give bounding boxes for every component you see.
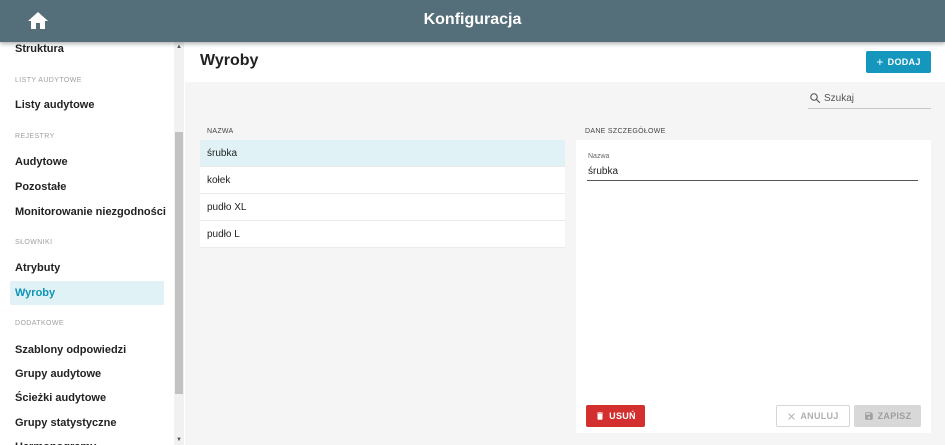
cancel-button-label: ANULUJ — [800, 411, 839, 421]
sidebar-section-header: DODATKOWE — [15, 320, 64, 327]
floppy-icon — [864, 412, 873, 420]
sidebar-section-header: LISTY AUDYTOWE — [15, 77, 82, 84]
detail-section-header: DANE SZCZEGÓŁOWE — [585, 128, 666, 135]
list-item[interactable]: pudło XL — [200, 194, 565, 221]
search-icon — [810, 93, 821, 104]
page-header: Wyroby + DODAJ — [185, 42, 945, 82]
sidebar-section-header: SŁOWNIKI — [15, 239, 53, 246]
top-app-bar: Konfiguracja — [0, 0, 945, 42]
name-field-label: Nazwa — [588, 153, 610, 160]
sidebar-item-harmonogramy[interactable]: Harmonogramy — [10, 435, 164, 445]
scroll-down-arrow-icon[interactable]: ▼ — [174, 435, 184, 445]
items-list: śrubka kołek pudło XL pudło L — [200, 140, 565, 248]
add-button-label: DODAJ — [887, 57, 921, 67]
list-item[interactable]: śrubka — [200, 140, 565, 167]
sidebar-item-grupy-statystyczne[interactable]: Grupy statystyczne — [10, 411, 164, 435]
main-content: Wyroby + DODAJ NAZWA DANE SZCZEGÓŁOWE śr… — [185, 42, 945, 445]
sidebar-item-szablony-odpowiedzi[interactable]: Szablony odpowiedzi — [10, 338, 164, 362]
sidebar-item-atrybuty[interactable]: Atrybuty — [10, 256, 164, 280]
detail-panel: Nazwa USUŃ ANULUJ ZAPISZ — [576, 140, 931, 433]
delete-button[interactable]: USUŃ — [586, 405, 645, 427]
list-item[interactable]: kołek — [200, 167, 565, 194]
scrollbar-thumb[interactable] — [175, 132, 183, 394]
scroll-up-arrow-icon[interactable]: ▲ — [174, 42, 184, 52]
sidebar-item-wyroby[interactable]: Wyroby — [10, 281, 164, 305]
sidebar-item-pozostale[interactable]: Pozostałe — [10, 175, 164, 199]
sidebar-item-sciezki-audytowe[interactable]: Ścieżki audytowe — [10, 386, 164, 410]
save-button-label: ZAPISZ — [877, 411, 912, 421]
app-title: Konfiguracja — [423, 11, 522, 28]
sidebar-item-grupy-audytowe[interactable]: Grupy audytowe — [10, 362, 164, 386]
sidebar-section-header: REJESTRY — [15, 133, 55, 140]
search-box — [808, 90, 931, 109]
page-title: Wyroby — [200, 52, 259, 69]
cancel-button[interactable]: ANULUJ — [776, 405, 850, 427]
sidebar-item-monitorowanie-niezgodnosci[interactable]: Monitorowanie niezgodności — [10, 200, 166, 224]
add-button[interactable]: + DODAJ — [866, 51, 931, 73]
list-column-header: NAZWA — [207, 128, 234, 135]
sidebar-item-listy-audytowe[interactable]: Listy audytowe — [10, 93, 164, 117]
close-icon — [788, 412, 795, 420]
list-item[interactable]: pudło L — [200, 221, 565, 248]
save-button[interactable]: ZAPISZ — [854, 405, 921, 427]
sidebar-item-struktura[interactable]: Struktura — [10, 42, 164, 61]
name-field[interactable] — [587, 162, 918, 181]
sidebar-scrollbar[interactable]: ▲ ▼ — [174, 42, 184, 445]
delete-button-label: USUŃ — [609, 411, 636, 421]
trash-icon — [597, 412, 604, 420]
sidebar-item-audytowe[interactable]: Audytowe — [10, 150, 164, 174]
plus-icon: + — [876, 55, 884, 69]
sidebar: Struktura LISTY AUDYTOWE Listy audytowe … — [0, 42, 185, 445]
search-input[interactable] — [824, 90, 929, 107]
